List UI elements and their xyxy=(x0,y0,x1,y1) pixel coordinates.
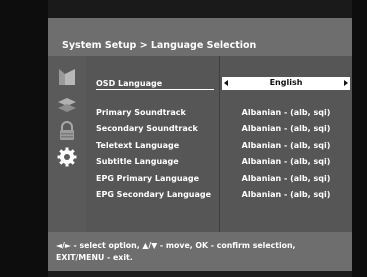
subtitle-language-label[interactable]: Subtitle Language xyxy=(96,157,179,166)
secondary-soundtrack-value[interactable]: Albanian - (alb, sqi) xyxy=(226,124,346,133)
epg-secondary-language-label[interactable]: EPG Secondary Language xyxy=(96,190,211,199)
background-left xyxy=(0,0,48,277)
selection-underline xyxy=(96,89,214,90)
epg-primary-language-value[interactable]: Albanian - (alb, sqi) xyxy=(226,174,346,183)
arrow-right-icon[interactable] xyxy=(344,80,348,86)
system-icon[interactable] xyxy=(56,66,78,88)
primary-soundtrack-label[interactable]: Primary Soundtrack xyxy=(96,108,186,117)
primary-soundtrack-value[interactable]: Albanian - (alb, sqi) xyxy=(226,108,346,117)
help-line-1: ◄/► - select option, ▲/▼ - move, OK - co… xyxy=(56,241,296,250)
icon-sidebar xyxy=(48,56,86,232)
secondary-soundtrack-label[interactable]: Secondary Soundtrack xyxy=(96,124,198,133)
help-bar: ◄/► - select option, ▲/▼ - move, OK - co… xyxy=(48,232,352,271)
osd-language-value: English xyxy=(269,78,303,87)
teletext-language-label[interactable]: Teletext Language xyxy=(96,141,179,150)
lock-icon[interactable] xyxy=(56,120,78,142)
help-text: ◄/► - select option, ▲/▼ - move, OK - co… xyxy=(56,240,346,264)
help-line-2: EXIT/MENU - exit. xyxy=(56,253,133,262)
settings-panel: OSD Language English Primary Soundtrack … xyxy=(86,56,352,232)
osd-language-selector[interactable]: English xyxy=(222,77,350,90)
osd-language-label[interactable]: OSD Language xyxy=(96,79,162,88)
subtitle-language-value[interactable]: Albanian - (alb, sqi) xyxy=(226,157,346,166)
network-icon[interactable] xyxy=(56,94,78,116)
breadcrumb: System Setup > Language Selection xyxy=(62,40,257,51)
column-divider xyxy=(219,56,220,232)
background-right xyxy=(352,0,367,277)
epg-secondary-language-value[interactable]: Albanian - (alb, sqi) xyxy=(226,190,346,199)
settings-gear-icon[interactable] xyxy=(56,146,78,168)
header-bar: System Setup > Language Selection xyxy=(48,18,352,56)
language-selection-window: System Setup > Language Selection OSD La… xyxy=(48,18,352,271)
teletext-language-value[interactable]: Albanian - (alb, sqi) xyxy=(226,141,346,150)
epg-primary-language-label[interactable]: EPG Primary Language xyxy=(96,174,199,183)
